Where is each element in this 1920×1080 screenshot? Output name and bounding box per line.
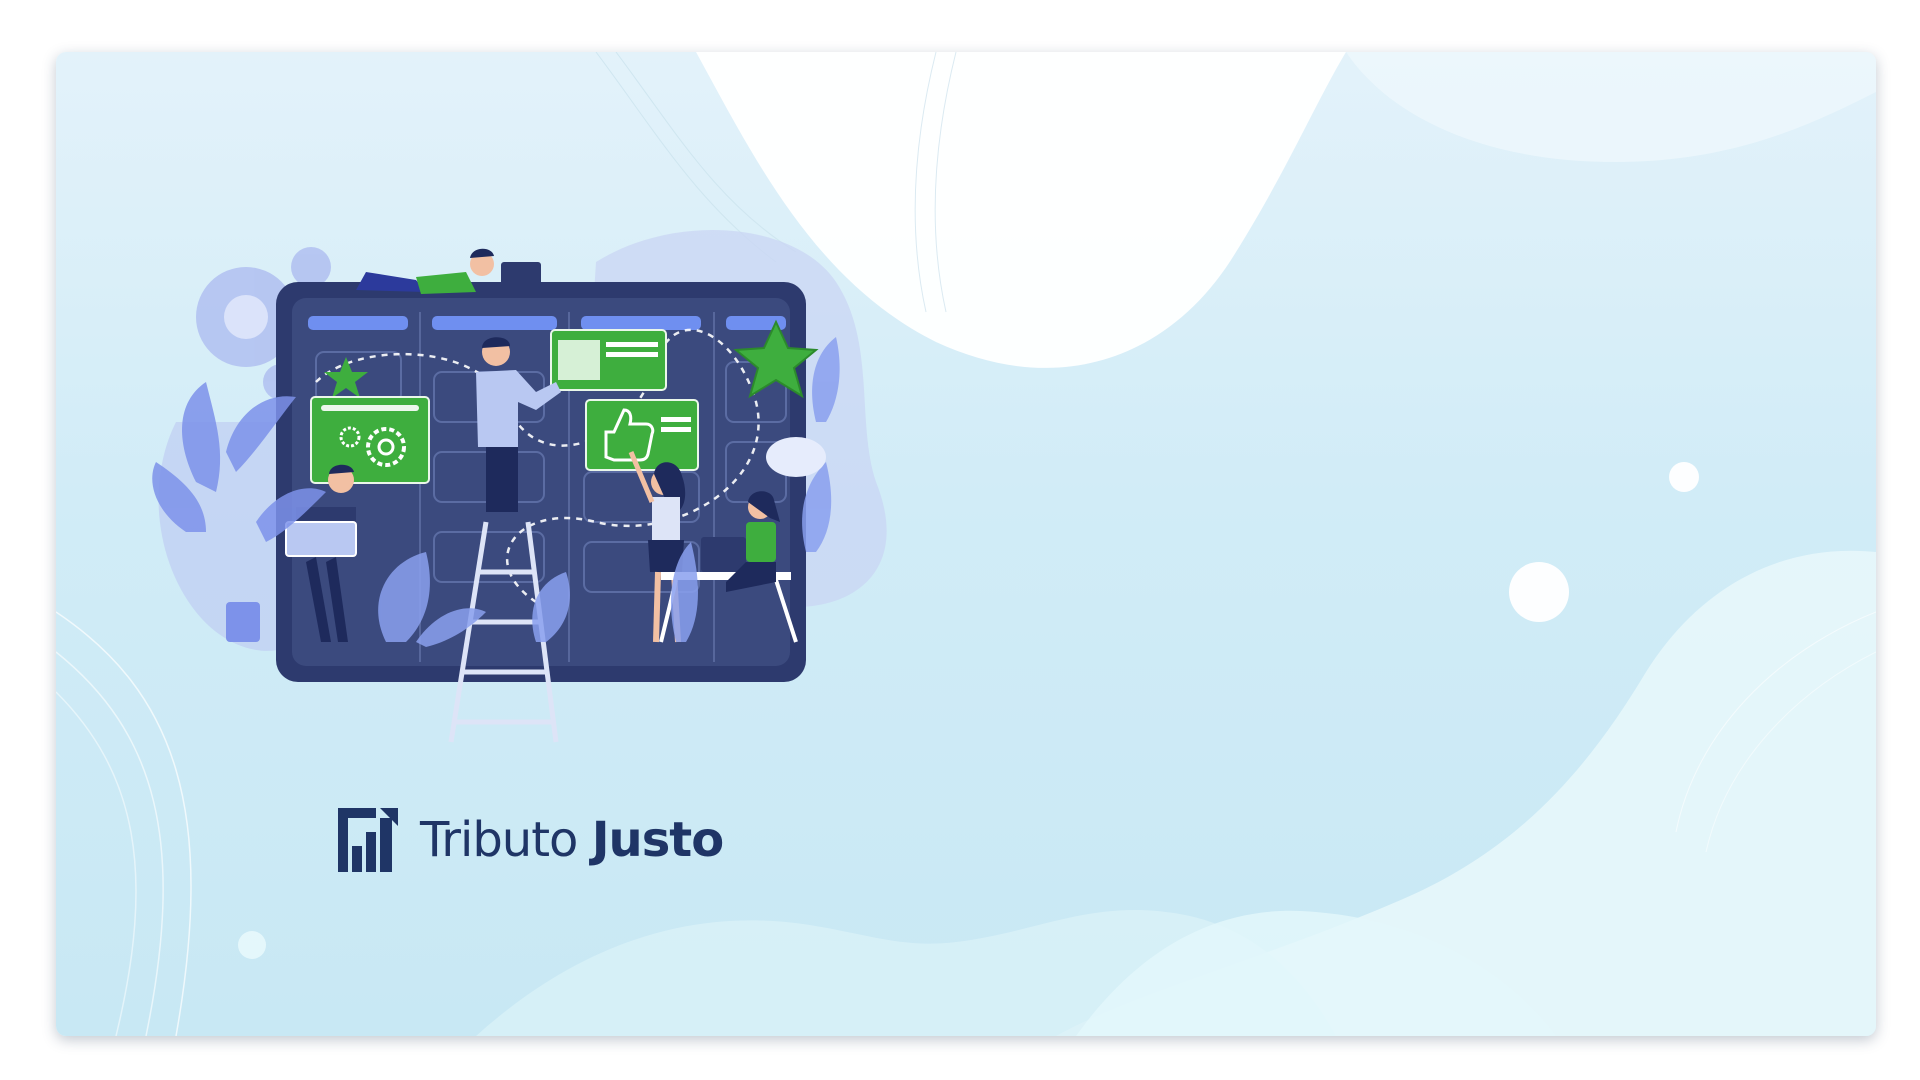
bar-chart-rising-icon: [338, 808, 398, 872]
team-kanban-board-illustration: [152, 229, 887, 743]
laptop-icon: [501, 262, 541, 288]
brand-name-part1: Tributo: [420, 812, 578, 868]
brand-name-part2: Justo: [591, 812, 725, 868]
brand-name: Tributo Justo: [420, 816, 724, 864]
brand-logo: Tributo Justo: [336, 804, 724, 876]
slide-card: Tributo Justo: [56, 52, 1876, 1036]
